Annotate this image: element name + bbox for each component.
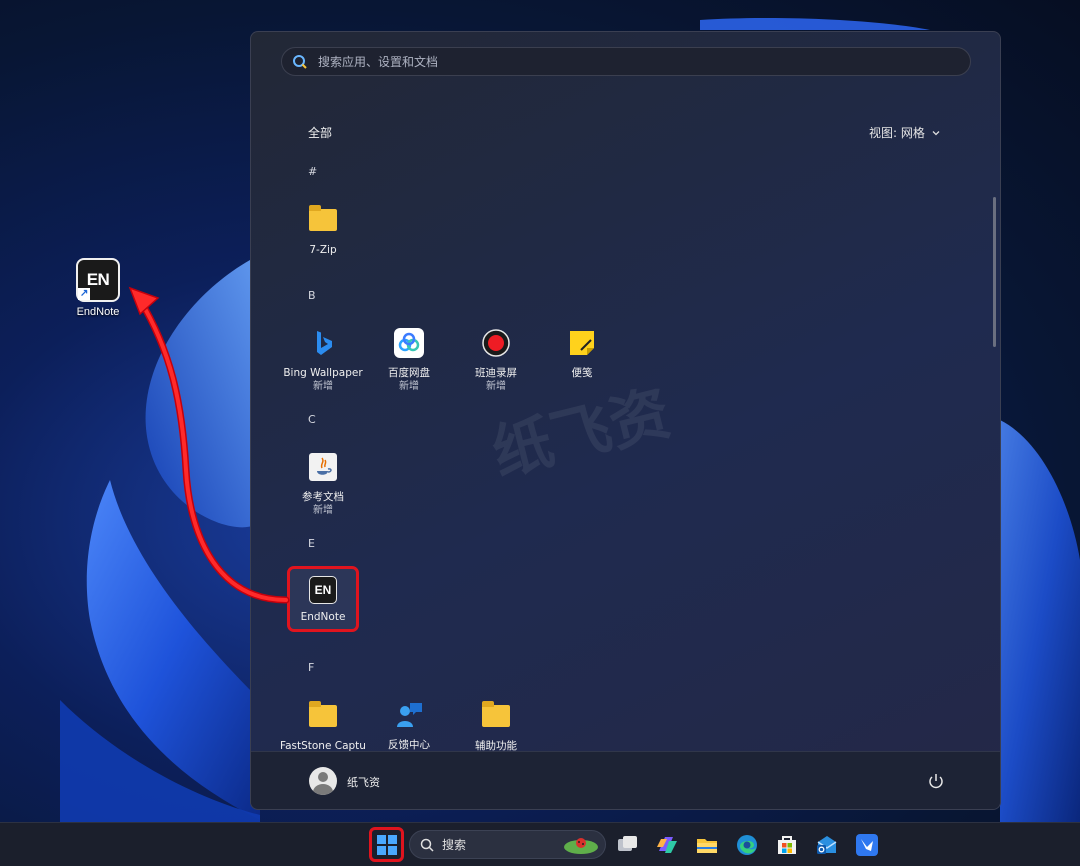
start-menu: 搜索应用、设置和文档 全部 视图: 网格 # 7-Zip B Bing Wall… (250, 31, 1001, 810)
app-bing-wallpaper[interactable]: Bing Wallpaper 新增 (280, 328, 366, 393)
feishu-icon[interactable] (855, 833, 879, 857)
app-feedback-hub[interactable]: 反馈中心 (366, 700, 452, 752)
edge-icon[interactable] (735, 833, 759, 857)
start-search-input[interactable]: 搜索应用、设置和文档 (281, 47, 971, 76)
start-footer: 纸飞资 (251, 751, 1000, 809)
app-label: Bing Wallpaper (283, 367, 363, 379)
app-label: EndNote (300, 611, 346, 623)
view-toggle-button[interactable]: 视图: 网格 (869, 124, 941, 141)
outlook-icon[interactable] (815, 833, 839, 857)
app-endnote[interactable]: EN EndNote (280, 576, 366, 624)
java-doc-icon (309, 453, 337, 481)
power-icon[interactable] (927, 772, 945, 790)
desktop-icon-label: EndNote (76, 306, 120, 318)
new-badge: 新增 (486, 381, 506, 392)
start-icon (376, 834, 397, 855)
file-explorer-icon[interactable] (695, 833, 719, 857)
desktop-endnote-shortcut[interactable]: EN ↗ EndNote (66, 258, 130, 318)
search-placeholder: 搜索应用、设置和文档 (318, 55, 439, 69)
app-faststone-capture[interactable]: FastStone Capture (280, 700, 366, 753)
folder-icon (308, 701, 338, 735)
new-badge: 新增 (313, 505, 333, 516)
feedback-hub-icon (397, 703, 422, 727)
folder-icon (481, 701, 511, 735)
endnote-tile-text: EN (309, 576, 337, 604)
user-avatar[interactable] (309, 767, 337, 795)
endnote-icon: EN ↗ (76, 258, 120, 302)
search-icon (293, 54, 307, 69)
group-letter-e[interactable]: E (308, 537, 315, 550)
start-button[interactable] (369, 827, 404, 862)
store-icon[interactable] (775, 833, 799, 857)
app-label: 便笺 (571, 367, 593, 379)
chevron-down-icon (932, 130, 940, 135)
group-letter-hash[interactable]: # (308, 165, 317, 178)
baidu-netdisk-icon (394, 328, 424, 358)
taskbar-search-label: 搜索 (442, 838, 467, 852)
app-label: 参考文档 (302, 491, 344, 503)
all-apps-title: 全部 (308, 126, 333, 140)
app-label: 百度网盘 (388, 367, 430, 379)
user-name[interactable]: 纸飞资 (347, 774, 380, 790)
folder-icon (308, 205, 338, 239)
app-accessibility[interactable]: 辅助功能 (453, 700, 539, 753)
new-badge: 新增 (313, 381, 333, 392)
view-toggle-label: 视图: 网格 (869, 126, 925, 140)
scrollbar[interactable] (993, 197, 996, 347)
app-label: 班迪录屏 (475, 367, 517, 379)
endnote-icon: EN (308, 576, 338, 606)
app-sticky-notes[interactable]: 便笺 (539, 328, 625, 380)
group-letter-f[interactable]: F (308, 661, 314, 674)
endnote-tile-text: EN (86, 270, 110, 289)
task-view-icon[interactable] (616, 833, 640, 857)
app-reference-docs[interactable]: 参考文档 新增 (280, 452, 366, 517)
copilot-icon[interactable] (655, 833, 679, 857)
bandicam-icon (482, 329, 510, 357)
app-7zip[interactable]: 7-Zip (280, 204, 366, 257)
group-letter-b[interactable]: B (308, 289, 316, 302)
taskbar-search[interactable]: 搜索 (409, 830, 606, 859)
app-baidu-netdisk[interactable]: 百度网盘 新增 (366, 328, 452, 393)
shortcut-arrow-icon: ↗ (78, 288, 90, 300)
group-letter-c[interactable]: C (308, 413, 316, 426)
search-icon (420, 838, 434, 852)
search-highlight-icon (564, 837, 598, 854)
taskbar: 搜索 (0, 822, 1080, 866)
app-bandicam[interactable]: 班迪录屏 新增 (453, 328, 539, 393)
app-label: 反馈中心 (388, 739, 430, 751)
app-label: 7-Zip (309, 244, 337, 256)
sticky-notes-icon (570, 331, 594, 355)
new-badge: 新增 (399, 381, 419, 392)
bing-icon (317, 331, 332, 355)
